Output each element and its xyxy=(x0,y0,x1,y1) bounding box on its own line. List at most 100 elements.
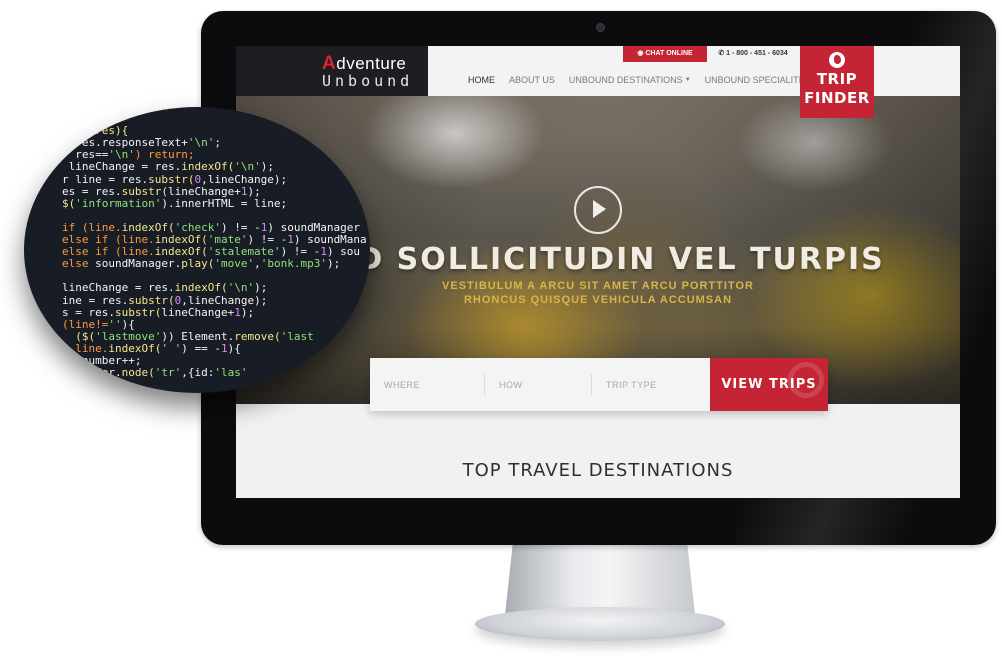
code-token: lineChange+ xyxy=(161,305,235,319)
code-token: remove( xyxy=(234,329,281,343)
nav-home[interactable]: HOME xyxy=(468,74,495,86)
code-token: 1 xyxy=(287,233,294,247)
code-token: 'las' xyxy=(214,366,248,380)
code-token: '\n' xyxy=(187,136,215,150)
monitor-stand-neck xyxy=(505,545,695,615)
code-token: ,{id: xyxy=(181,366,215,380)
code-token: '\n' xyxy=(108,148,135,162)
code-token: 'move' xyxy=(214,257,255,271)
chevron-down-icon: ▼ xyxy=(684,77,691,83)
code-token: substr( xyxy=(114,305,162,319)
code-line: ilder.node('tr',{id:'las' xyxy=(62,367,367,379)
code-token: '' xyxy=(108,317,122,331)
code-token: 1 xyxy=(220,341,228,355)
trip-type-input[interactable] xyxy=(592,358,710,411)
code-token: ,lineChange); xyxy=(201,172,288,186)
code-token: )) Element. xyxy=(161,329,235,343)
code-token: substr( xyxy=(128,293,175,307)
code-token: '\n' xyxy=(227,281,255,295)
code-token: ){ xyxy=(227,341,241,355)
code-token: 'check' xyxy=(174,220,221,234)
code-token: 'lastmove' xyxy=(95,329,162,343)
code-token: 'mate' xyxy=(207,233,248,247)
code-token: ) == - xyxy=(181,341,221,355)
code-token: $( xyxy=(62,196,76,210)
trip-finder-line1: TRIP xyxy=(816,70,858,88)
code-token: ) != - xyxy=(280,245,321,259)
search-icon xyxy=(788,362,824,398)
code-token: lineChange = res. xyxy=(62,160,182,174)
code-token: ) soundMana xyxy=(293,233,367,247)
how-input[interactable] xyxy=(485,358,591,411)
code-token: else if (line. xyxy=(62,233,155,247)
code-token: '\n' xyxy=(234,160,261,174)
code-token: ) return; xyxy=(134,148,195,162)
code-token: ); xyxy=(260,160,274,174)
chat-online-button[interactable]: ◉ CHAT ONLINE xyxy=(623,46,707,62)
code-token: es = res. xyxy=(62,184,122,198)
code-token: if (line. xyxy=(62,220,122,234)
code-token: 'last xyxy=(280,329,314,343)
code-token: ($( xyxy=(62,329,96,343)
phone-number[interactable]: ✆ 1 - 800 - 451 - 6034 xyxy=(710,46,796,62)
code-token: res== xyxy=(62,148,109,162)
code-token: s = res. xyxy=(62,305,115,319)
code-token: node( xyxy=(121,366,155,380)
code-token: else xyxy=(62,257,96,271)
code-token: ); xyxy=(240,305,255,319)
code-token: else if (line. xyxy=(62,245,155,259)
code-token: (line!= xyxy=(62,317,109,331)
code-token: res.responseText+ xyxy=(62,136,188,150)
code-token: lineChange+ xyxy=(167,184,241,198)
nav-unbound-destinations[interactable]: UNBOUND DESTINATIONS ▼ xyxy=(569,74,691,86)
code-token: ); xyxy=(326,257,341,271)
phone-icon: ✆ xyxy=(718,50,727,57)
nav-about-us[interactable]: ABOUT US xyxy=(509,74,555,86)
code-token: substr( xyxy=(148,172,195,186)
trip-finder-button[interactable]: TRIP FINDER xyxy=(800,46,874,118)
code-line: $('information').innerHTML = line; xyxy=(62,196,367,210)
code-token: ); xyxy=(254,281,268,295)
code-token: , xyxy=(254,257,261,271)
code-token: indexOf( xyxy=(121,220,175,234)
where-input[interactable] xyxy=(370,358,476,411)
code-token: _moves); xyxy=(62,107,115,113)
code-token: ){ xyxy=(121,317,135,331)
view-trips-button[interactable]: VIEW TRIPS ... xyxy=(710,358,828,411)
code-token: substr( xyxy=(121,184,168,198)
code-token: play( xyxy=(181,257,215,271)
camera-icon xyxy=(596,23,605,32)
code-token: ) != - xyxy=(220,220,261,234)
code-token: indexOf( xyxy=(154,233,208,247)
code-token: indexOf( xyxy=(181,160,235,174)
code-token: 'stalemate' xyxy=(207,245,281,259)
code-token: ) != - xyxy=(247,233,288,247)
code-token: 'information' xyxy=(75,196,162,210)
code-token: ' ' xyxy=(161,341,182,355)
code-token: indexOf( xyxy=(174,281,228,295)
code-token: move(res){ xyxy=(62,124,129,138)
code-token: 'bonk.mp3' xyxy=(260,257,327,271)
trip-finder-line2: FINDER xyxy=(804,89,870,107)
play-icon[interactable] xyxy=(574,186,622,234)
code-line: else soundManager.play('move','bonk.mp3'… xyxy=(62,258,367,270)
code-token: soundManager. xyxy=(95,257,182,271)
site-header: Adventure Unbound ◉ CHAT ONLINE ✆ 1 - 80… xyxy=(236,46,960,118)
code-token: ) sou xyxy=(326,245,361,259)
code-token: 'tr' xyxy=(154,366,182,380)
code-token: r line = res. xyxy=(62,172,149,186)
logo[interactable]: Adventure Unbound xyxy=(236,46,428,96)
code-token: ).innerHTML = line; xyxy=(161,196,288,210)
code-token: lineChange = res. xyxy=(62,281,175,295)
code-token: ); xyxy=(247,184,261,198)
code-token: ilder. xyxy=(62,366,122,380)
trip-search-bar: VIEW TRIPS ... xyxy=(370,358,828,411)
globe-icon xyxy=(829,52,845,68)
section-title: TOP TRAVEL DESTINATIONS xyxy=(462,460,734,481)
code-magnifier: _moves); move(res){ res.responseText+'\n… xyxy=(24,107,370,393)
monitor-stand-base xyxy=(475,607,725,641)
code-token: 1 xyxy=(320,245,327,259)
code-token: indexOf( xyxy=(154,245,208,259)
logo-wordmark-bottom: Unbound xyxy=(322,72,414,90)
code-token: indexOf( xyxy=(108,341,162,355)
